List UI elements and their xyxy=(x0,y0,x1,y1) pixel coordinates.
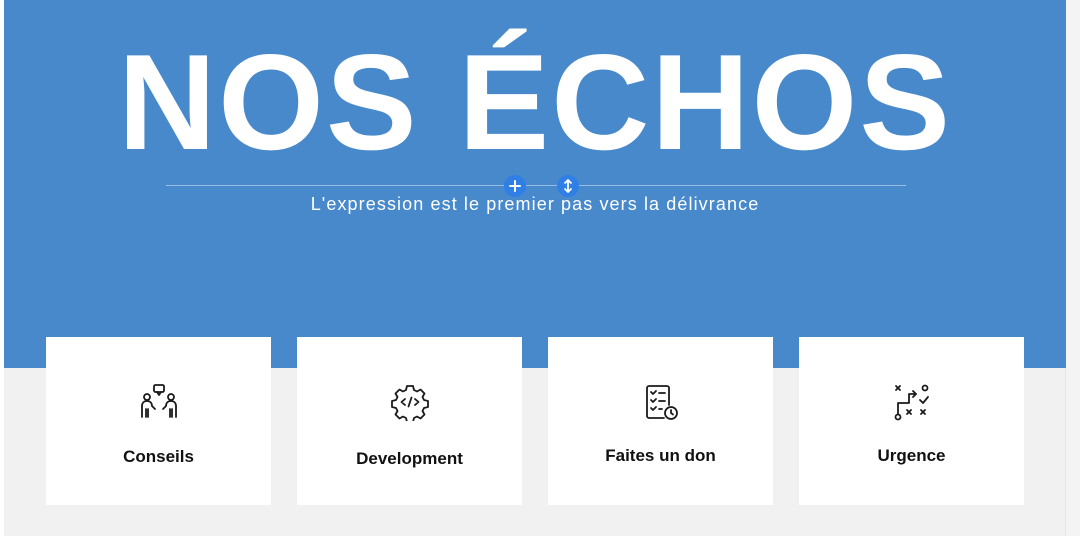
card-label: Faites un don xyxy=(605,446,716,465)
resize-vertical-icon xyxy=(563,179,573,193)
plus-icon xyxy=(509,180,521,192)
card-faites-un-don[interactable]: Faites un don xyxy=(548,337,773,505)
card-development[interactable]: Development xyxy=(297,337,522,505)
gear-code-icon xyxy=(390,385,429,421)
hero-title: NOS ÉCHOS xyxy=(117,26,953,178)
hero-subtitle: L'expression est le premier pas vers la … xyxy=(310,194,760,214)
card-label: Development xyxy=(356,449,463,468)
scrollbar[interactable] xyxy=(1065,0,1080,536)
card-label: Urgence xyxy=(877,446,946,465)
hero-section: NOS ÉCHOS L'expression est le premier pa… xyxy=(4,0,1066,368)
card-urgence[interactable]: Urgence xyxy=(799,337,1024,505)
people-chat-icon xyxy=(140,384,177,418)
strategy-map-icon xyxy=(894,384,929,421)
section-divider xyxy=(166,185,906,186)
checklist-clock-icon xyxy=(645,385,678,420)
card-conseils[interactable]: Conseils xyxy=(46,337,271,505)
card-label: Conseils xyxy=(123,447,194,466)
